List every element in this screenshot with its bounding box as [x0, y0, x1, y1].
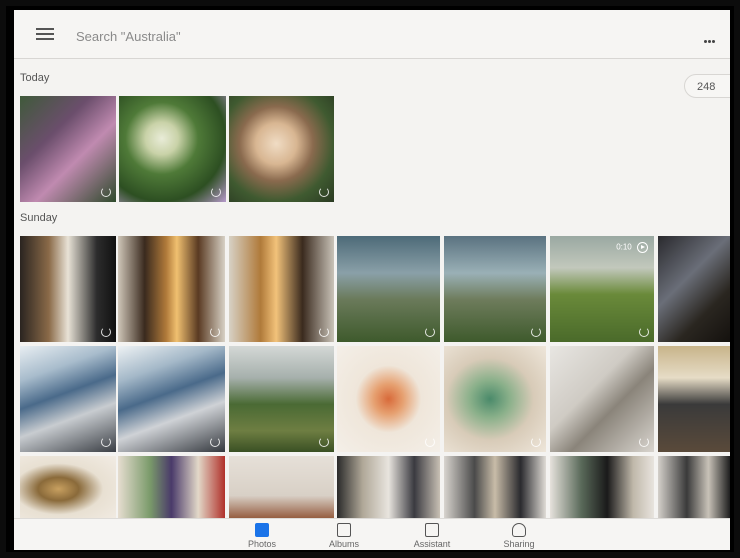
photos-app-screen: Today 248 Sunday 0:10: [14, 10, 730, 550]
photo-thumbnail[interactable]: [550, 456, 654, 522]
nav-sharing[interactable]: Sharing: [494, 523, 544, 549]
video-thumbnail[interactable]: 0:10: [550, 236, 654, 342]
sync-icon: [319, 187, 329, 197]
video-duration-text: 0:10: [616, 242, 632, 252]
sync-icon: [101, 327, 111, 337]
photo-thumbnail[interactable]: [229, 96, 334, 202]
bottom-navigation: Photos Albums Assistant Sharing: [14, 518, 730, 550]
photos-icon: [255, 523, 269, 537]
section-label-today: Today: [20, 72, 50, 84]
photo-thumbnail[interactable]: [20, 346, 116, 452]
sync-icon: [319, 437, 329, 447]
sync-icon: [101, 437, 111, 447]
search-input[interactable]: [74, 24, 578, 48]
photo-thumbnail[interactable]: [444, 236, 546, 342]
photo-thumbnail[interactable]: [658, 456, 730, 522]
sync-icon: [210, 437, 220, 447]
section-label-sunday: Sunday: [20, 212, 58, 224]
photo-thumbnail[interactable]: [337, 346, 440, 452]
sync-icon: [210, 327, 220, 337]
photo-thumbnail[interactable]: [550, 346, 654, 452]
photo-thumbnail[interactable]: [229, 236, 334, 342]
albums-icon: [337, 523, 351, 537]
sync-icon: [639, 437, 649, 447]
sync-icon: [101, 187, 111, 197]
photo-thumbnail[interactable]: [118, 346, 225, 452]
photo-thumbnail[interactable]: [118, 236, 225, 342]
nav-sharing-label: Sharing: [503, 539, 535, 549]
photo-thumbnail[interactable]: [20, 96, 116, 202]
sync-icon: [531, 437, 541, 447]
more-options-icon[interactable]: [704, 30, 718, 43]
nav-assistant-label: Assistant: [413, 539, 451, 549]
video-duration-label: 0:10: [616, 242, 648, 253]
photo-thumbnail[interactable]: [119, 96, 226, 202]
photo-thumbnail[interactable]: [337, 456, 440, 522]
photo-thumbnail[interactable]: [658, 346, 730, 452]
sharing-icon: [512, 523, 526, 537]
top-search-bar: [14, 10, 730, 59]
sync-icon: [531, 327, 541, 337]
nav-albums[interactable]: Albums: [319, 523, 369, 549]
nav-assistant[interactable]: Assistant: [404, 523, 460, 549]
nav-albums-label: Albums: [328, 539, 359, 549]
photo-thumbnail[interactable]: [337, 236, 440, 342]
assistant-icon: [425, 523, 439, 537]
photo-thumbnail[interactable]: [20, 456, 116, 522]
photo-count-badge[interactable]: 248: [684, 74, 730, 98]
photo-count-text: 248: [697, 81, 716, 93]
photo-thumbnail[interactable]: [20, 236, 116, 342]
sync-icon: [319, 327, 329, 337]
nav-photos-label: Photos: [247, 539, 277, 549]
photo-thumbnail[interactable]: [658, 236, 730, 342]
nav-photos[interactable]: Photos: [242, 523, 282, 549]
photo-thumbnail[interactable]: [444, 346, 546, 452]
photo-thumbnail[interactable]: [229, 456, 334, 522]
photo-thumbnail[interactable]: [444, 456, 546, 522]
photo-thumbnail[interactable]: [118, 456, 225, 522]
sync-icon: [211, 187, 221, 197]
sync-icon: [425, 327, 435, 337]
play-icon: [637, 242, 648, 253]
photo-thumbnail[interactable]: [229, 346, 334, 452]
hamburger-menu-icon[interactable]: [36, 28, 54, 40]
sync-icon: [425, 437, 435, 447]
sync-icon: [639, 327, 649, 337]
